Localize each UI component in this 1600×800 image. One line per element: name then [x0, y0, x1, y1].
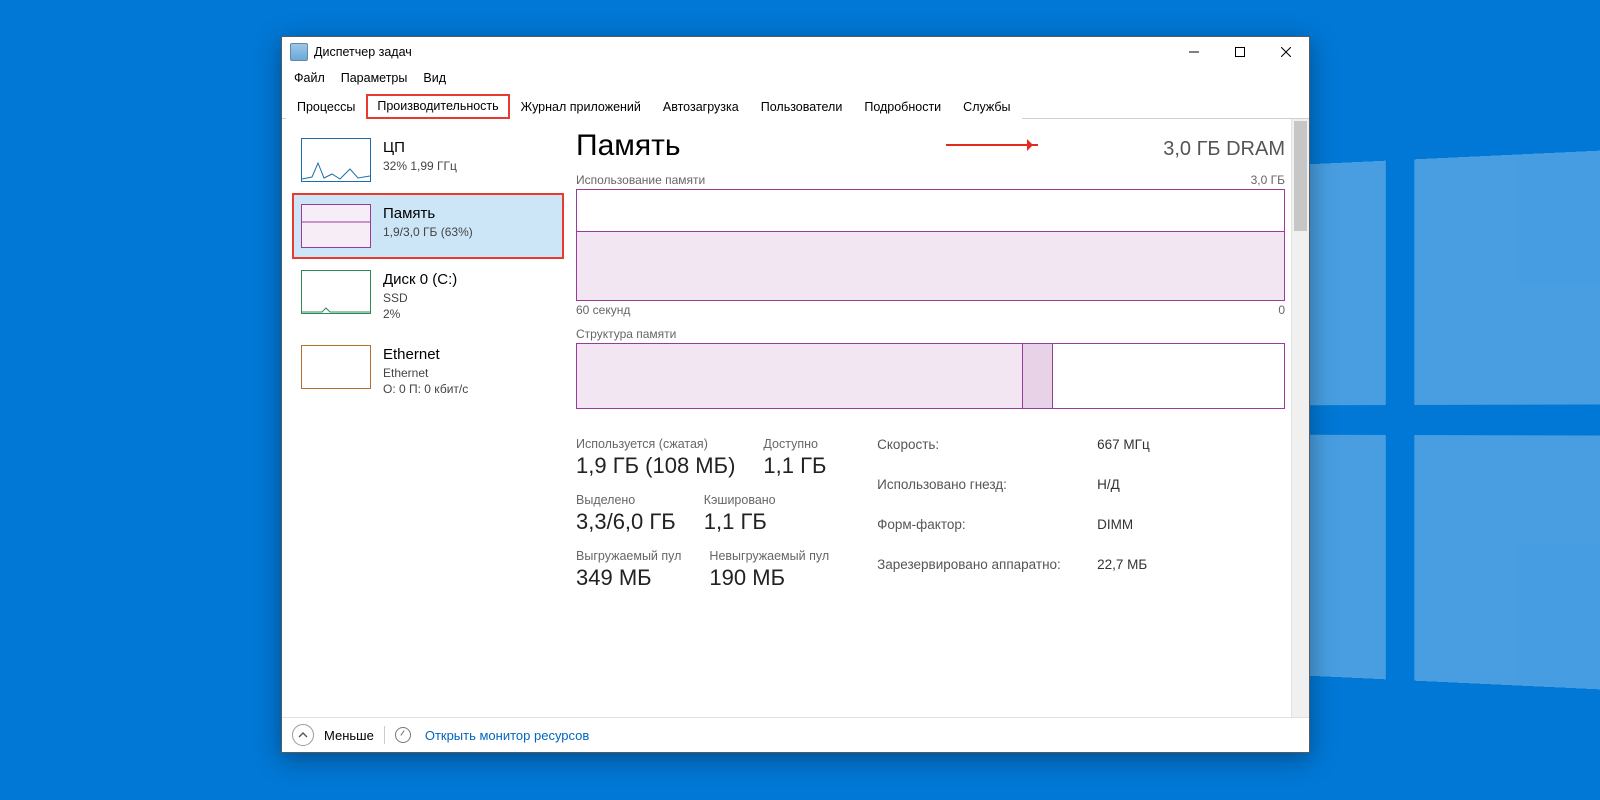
tab-app-history[interactable]: Журнал приложений: [510, 95, 652, 119]
menubar: Файл Параметры Вид: [282, 67, 1309, 93]
performance-sidebar: ЦП 32% 1,99 ГГц Память 1,9/3,0 ГБ (63%): [282, 119, 564, 717]
stat-label: Выделено: [576, 493, 676, 507]
memory-composition-chart[interactable]: [576, 343, 1285, 409]
sidebar-item-sub2: 2%: [383, 306, 457, 322]
memory-usage-chart[interactable]: [576, 189, 1285, 301]
window-title: Диспетчер задач: [314, 45, 412, 59]
kv-key: Использовано гнезд:: [877, 477, 1097, 511]
stat-value-cached: 1,1 ГБ: [704, 509, 776, 535]
stat-value-available: 1,1 ГБ: [763, 453, 826, 479]
stat-value-committed: 3,3/6,0 ГБ: [576, 509, 676, 535]
cpu-thumbnail-icon: [301, 138, 371, 182]
collapse-button[interactable]: [292, 724, 314, 746]
scrollbar-thumb[interactable]: [1294, 121, 1307, 231]
sidebar-item-memory[interactable]: Память 1,9/3,0 ГБ (63%): [292, 193, 564, 259]
resource-monitor-icon: [395, 727, 411, 743]
kv-key: Скорость:: [877, 437, 1097, 471]
composition-used: [577, 344, 1023, 408]
content-area: ЦП 32% 1,99 ГГц Память 1,9/3,0 ГБ (63%): [282, 119, 1309, 717]
app-icon: [290, 43, 308, 61]
menu-view[interactable]: Вид: [417, 69, 452, 87]
disk-thumbnail-icon: [301, 270, 371, 314]
kv-key: Форм-фактор:: [877, 517, 1097, 551]
sidebar-item-label: Ethernet: [383, 345, 468, 365]
usage-chart-label: Использование памяти: [576, 173, 705, 187]
stat-label: Выгружаемый пул: [576, 549, 681, 563]
memory-stats: Используется (сжатая) 1,9 ГБ (108 МБ) До…: [576, 437, 1285, 591]
kv-value-speed: 667 МГц: [1097, 437, 1150, 471]
sidebar-item-disk[interactable]: Диск 0 (C:) SSD 2%: [292, 259, 564, 334]
tab-startup[interactable]: Автозагрузка: [652, 95, 750, 119]
tab-processes[interactable]: Процессы: [286, 95, 366, 119]
stat-label: Кэшировано: [704, 493, 776, 507]
task-manager-window: Диспетчер задач Файл Параметры Вид Проце…: [281, 36, 1310, 753]
open-resource-monitor-link[interactable]: Открыть монитор ресурсов: [425, 728, 589, 743]
sidebar-item-label: Память: [383, 204, 473, 224]
kv-value-reserved: 22,7 МБ: [1097, 557, 1150, 591]
menu-options[interactable]: Параметры: [335, 69, 414, 87]
sidebar-item-label: Диск 0 (C:): [383, 270, 457, 290]
titlebar[interactable]: Диспетчер задач: [282, 37, 1309, 67]
stat-value-nonpaged-pool: 190 МБ: [709, 565, 829, 591]
memory-thumbnail-icon: [301, 204, 371, 248]
annotation-arrow-icon: [946, 144, 1038, 146]
stat-value-paged-pool: 349 МБ: [576, 565, 681, 591]
sidebar-item-label: ЦП: [383, 138, 457, 158]
tab-services[interactable]: Службы: [952, 95, 1021, 119]
window-controls: [1171, 37, 1309, 67]
stat-label: Доступно: [763, 437, 826, 451]
fewer-details-label[interactable]: Меньше: [324, 728, 374, 743]
network-thumbnail-icon: [301, 345, 371, 389]
tabs: Процессы Производительность Журнал прило…: [282, 93, 1309, 119]
tab-details[interactable]: Подробности: [853, 95, 952, 119]
sidebar-item-sub: 1,9/3,0 ГБ (63%): [383, 224, 473, 240]
sidebar-item-sub: Ethernet: [383, 365, 468, 381]
page-title: Память: [576, 129, 681, 163]
minimize-button[interactable]: [1171, 37, 1217, 67]
axis-left: 60 секунд: [576, 303, 630, 317]
sidebar-item-sub: 32% 1,99 ГГц: [383, 158, 457, 174]
sidebar-item-sub: SSD: [383, 290, 457, 306]
tab-performance[interactable]: Производительность: [366, 94, 509, 119]
memory-details: Скорость:667 МГц Использовано гнезд:Н/Д …: [877, 437, 1150, 591]
sidebar-item-cpu[interactable]: ЦП 32% 1,99 ГГц: [292, 127, 564, 193]
composition-free: [1053, 344, 1284, 408]
usage-chart-max: 3,0 ГБ: [1251, 173, 1285, 187]
stat-label: Используется (сжатая): [576, 437, 735, 451]
main-panel: Память 3,0 ГБ DRAM Использование памяти …: [564, 119, 1309, 717]
kv-key: Зарезервировано аппаратно:: [877, 557, 1097, 591]
composition-label: Структура памяти: [576, 327, 676, 341]
maximize-button[interactable]: [1217, 37, 1263, 67]
sidebar-item-sub2: О: 0 П: 0 кбит/с: [383, 381, 468, 397]
axis-right: 0: [1278, 303, 1285, 317]
close-button[interactable]: [1263, 37, 1309, 67]
footer: Меньше Открыть монитор ресурсов: [282, 717, 1309, 752]
memory-total: 3,0 ГБ DRAM: [1163, 138, 1285, 161]
scrollbar[interactable]: [1291, 119, 1309, 717]
kv-value-slots: Н/Д: [1097, 477, 1150, 511]
stat-label: Невыгружаемый пул: [709, 549, 829, 563]
separator: [384, 726, 385, 744]
composition-modified: [1023, 344, 1052, 408]
menu-file[interactable]: Файл: [288, 69, 331, 87]
tab-users[interactable]: Пользователи: [750, 95, 854, 119]
kv-value-form: DIMM: [1097, 517, 1150, 551]
sidebar-item-ethernet[interactable]: Ethernet Ethernet О: 0 П: 0 кбит/с: [292, 334, 564, 409]
stat-value-in-use: 1,9 ГБ (108 МБ): [576, 453, 735, 479]
